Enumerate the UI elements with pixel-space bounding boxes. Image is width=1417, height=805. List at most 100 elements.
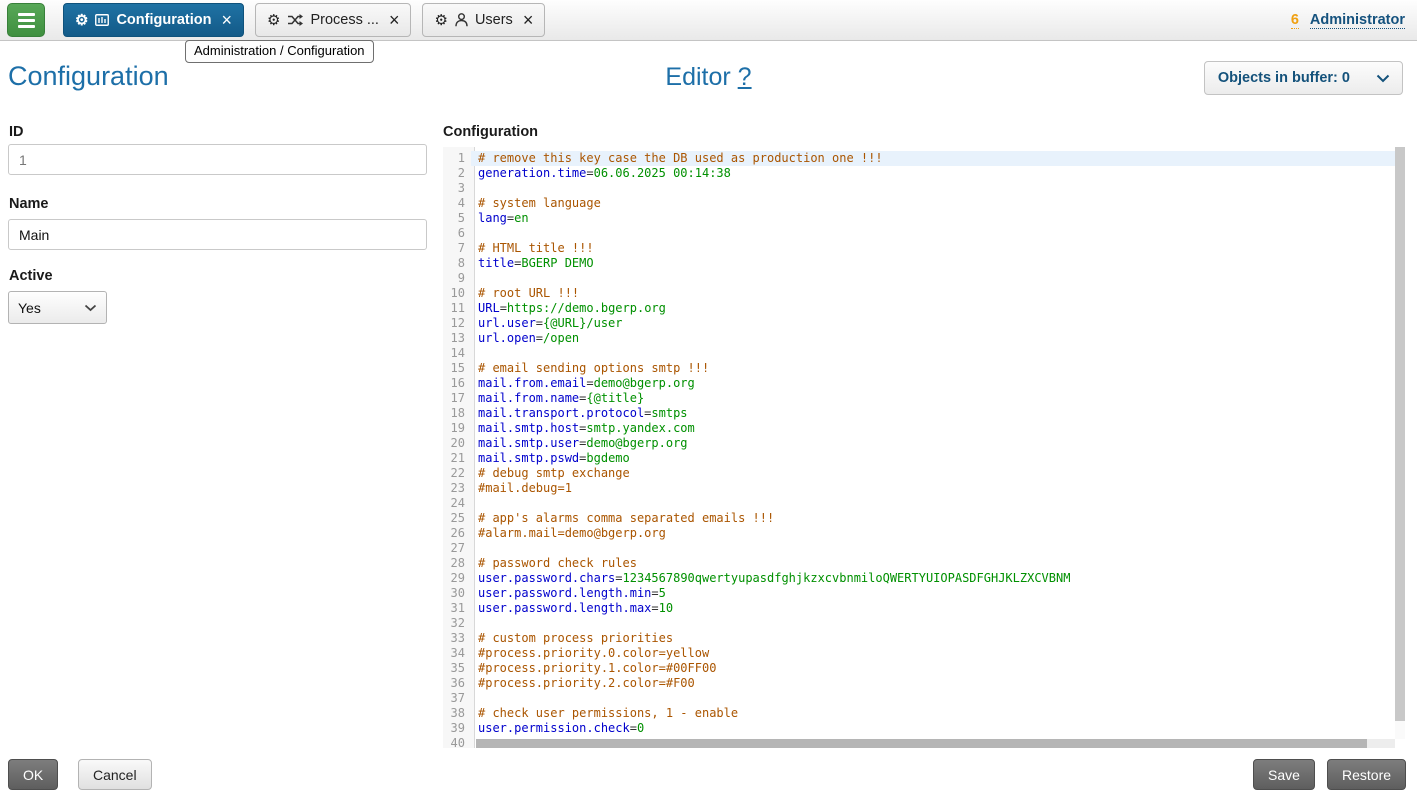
close-icon[interactable]: × [523, 12, 534, 28]
user-link[interactable]: Administrator [1310, 12, 1405, 29]
code-line[interactable]: 8title=BGERP DEMO [443, 256, 1395, 271]
line-number: 3 [443, 181, 471, 196]
tab-configuration[interactable]: ⚙ Configuration × [63, 3, 244, 37]
line-number: 5 [443, 211, 471, 226]
line-number: 35 [443, 661, 471, 676]
code-line[interactable]: 25# app's alarms comma separated emails … [443, 511, 1395, 526]
chevron-down-icon [84, 304, 97, 312]
code-line[interactable]: 11URL=https://demo.bgerp.org [443, 301, 1395, 316]
line-number: 20 [443, 436, 471, 451]
code-line[interactable]: 28# password check rules [443, 556, 1395, 571]
code-line[interactable]: 3 [443, 181, 1395, 196]
code-line[interactable]: 20mail.smtp.user=demo@bgerp.org [443, 436, 1395, 451]
code-line[interactable]: 29user.password.chars=1234567890qwertyup… [443, 571, 1395, 586]
menu-button[interactable] [7, 3, 45, 37]
code-line[interactable]: 12url.user={@URL}/user [443, 316, 1395, 331]
code-line[interactable]: 21mail.smtp.pswd=bgdemo [443, 451, 1395, 466]
code-line[interactable]: 13url.open=/open [443, 331, 1395, 346]
id-input[interactable] [8, 144, 427, 175]
line-number: 2 [443, 166, 471, 181]
code-line[interactable]: 27 [443, 541, 1395, 556]
line-number: 6 [443, 226, 471, 241]
tab-label: Configuration [116, 12, 211, 28]
code-line[interactable]: 32 [443, 616, 1395, 631]
code-line[interactable]: 7# HTML title !!! [443, 241, 1395, 256]
code-line[interactable]: 26#alarm.mail=demo@bgerp.org [443, 526, 1395, 541]
tab-users[interactable]: ⚙ Users × [422, 3, 545, 37]
topbar: ⚙ Configuration × ⚙ [0, 0, 1417, 41]
line-number: 22 [443, 466, 471, 481]
tab-bar: ⚙ Configuration × ⚙ [63, 3, 545, 37]
code-line[interactable]: 5lang=en [443, 211, 1395, 226]
user-icon [455, 13, 468, 27]
code-line[interactable]: 22# debug smtp exchange [443, 466, 1395, 481]
code-line[interactable]: 19mail.smtp.host=smtp.yandex.com [443, 421, 1395, 436]
line-number: 11 [443, 301, 471, 316]
code-line[interactable]: 1# remove this key case the DB used as p… [443, 151, 1395, 166]
line-number: 29 [443, 571, 471, 586]
editor-horizontal-scrollbar[interactable] [476, 739, 1395, 748]
active-select-value: Yes [18, 300, 41, 316]
line-number: 40 [443, 736, 471, 748]
buffer-dropdown[interactable]: Objects in buffer: 0 [1204, 61, 1403, 95]
tab-process[interactable]: ⚙ Process ... × [255, 3, 411, 37]
line-number: 13 [443, 331, 471, 346]
code-line[interactable]: 6 [443, 226, 1395, 241]
code-line[interactable]: 23#mail.debug=1 [443, 481, 1395, 496]
line-number: 31 [443, 601, 471, 616]
buffer-label: Objects in buffer: [1218, 70, 1338, 86]
gear-icon: ⚙ [75, 13, 88, 28]
code-line[interactable]: 18mail.transport.protocol=smtps [443, 406, 1395, 421]
code-line[interactable]: 24 [443, 496, 1395, 511]
name-input[interactable] [8, 219, 427, 250]
code-line[interactable]: 2generation.time=06.06.2025 00:14:38 [443, 166, 1395, 181]
code-lines: 1# remove this key case the DB used as p… [443, 151, 1395, 748]
line-number: 12 [443, 316, 471, 331]
notification-count[interactable]: 6 [1291, 12, 1299, 29]
code-line[interactable]: 38# check user permissions, 1 - enable [443, 706, 1395, 721]
line-number: 19 [443, 421, 471, 436]
close-icon[interactable]: × [389, 12, 400, 28]
code-line[interactable]: 34#process.priority.0.color=yellow [443, 646, 1395, 661]
code-line[interactable]: 14 [443, 346, 1395, 361]
line-number: 26 [443, 526, 471, 541]
help-link[interactable]: ? [738, 63, 752, 91]
code-line[interactable]: 30user.password.length.min=5 [443, 586, 1395, 601]
line-number: 8 [443, 256, 471, 271]
line-number: 28 [443, 556, 471, 571]
active-label: Active [9, 268, 53, 284]
line-number: 24 [443, 496, 471, 511]
shuffle-icon [287, 13, 303, 27]
save-button[interactable]: Save [1253, 759, 1315, 790]
line-number: 33 [443, 631, 471, 646]
code-line[interactable]: 39user.permission.check=0 [443, 721, 1395, 736]
line-number: 25 [443, 511, 471, 526]
code-line[interactable]: 31user.password.length.max=10 [443, 601, 1395, 616]
name-label: Name [9, 196, 49, 212]
code-line[interactable]: 35#process.priority.1.color=#00FF00 [443, 661, 1395, 676]
code-line[interactable]: 37 [443, 691, 1395, 706]
config-window-icon [95, 14, 109, 26]
line-number: 36 [443, 676, 471, 691]
line-number: 7 [443, 241, 471, 256]
line-number: 37 [443, 691, 471, 706]
code-line[interactable]: 16mail.from.email=demo@bgerp.org [443, 376, 1395, 391]
code-line[interactable]: 17mail.from.name={@title} [443, 391, 1395, 406]
cancel-button[interactable]: Cancel [78, 759, 152, 790]
config-code-editor[interactable]: 1# remove this key case the DB used as p… [443, 147, 1405, 748]
code-line[interactable]: 36#process.priority.2.color=#F00 [443, 676, 1395, 691]
close-icon[interactable]: × [222, 12, 233, 28]
ok-button[interactable]: OK [8, 759, 58, 790]
active-select[interactable]: Yes [8, 291, 107, 324]
editor-vertical-scrollbar[interactable] [1395, 147, 1405, 739]
code-line[interactable]: 15# email sending options smtp !!! [443, 361, 1395, 376]
code-line[interactable]: 33# custom process priorities [443, 631, 1395, 646]
code-line[interactable]: 4# system language [443, 196, 1395, 211]
code-line[interactable]: 10# root URL !!! [443, 286, 1395, 301]
line-number: 27 [443, 541, 471, 556]
tab-tooltip: Administration / Configuration [185, 40, 374, 63]
line-number: 23 [443, 481, 471, 496]
restore-button[interactable]: Restore [1327, 759, 1406, 790]
line-number: 4 [443, 196, 471, 211]
code-line[interactable]: 9 [443, 271, 1395, 286]
